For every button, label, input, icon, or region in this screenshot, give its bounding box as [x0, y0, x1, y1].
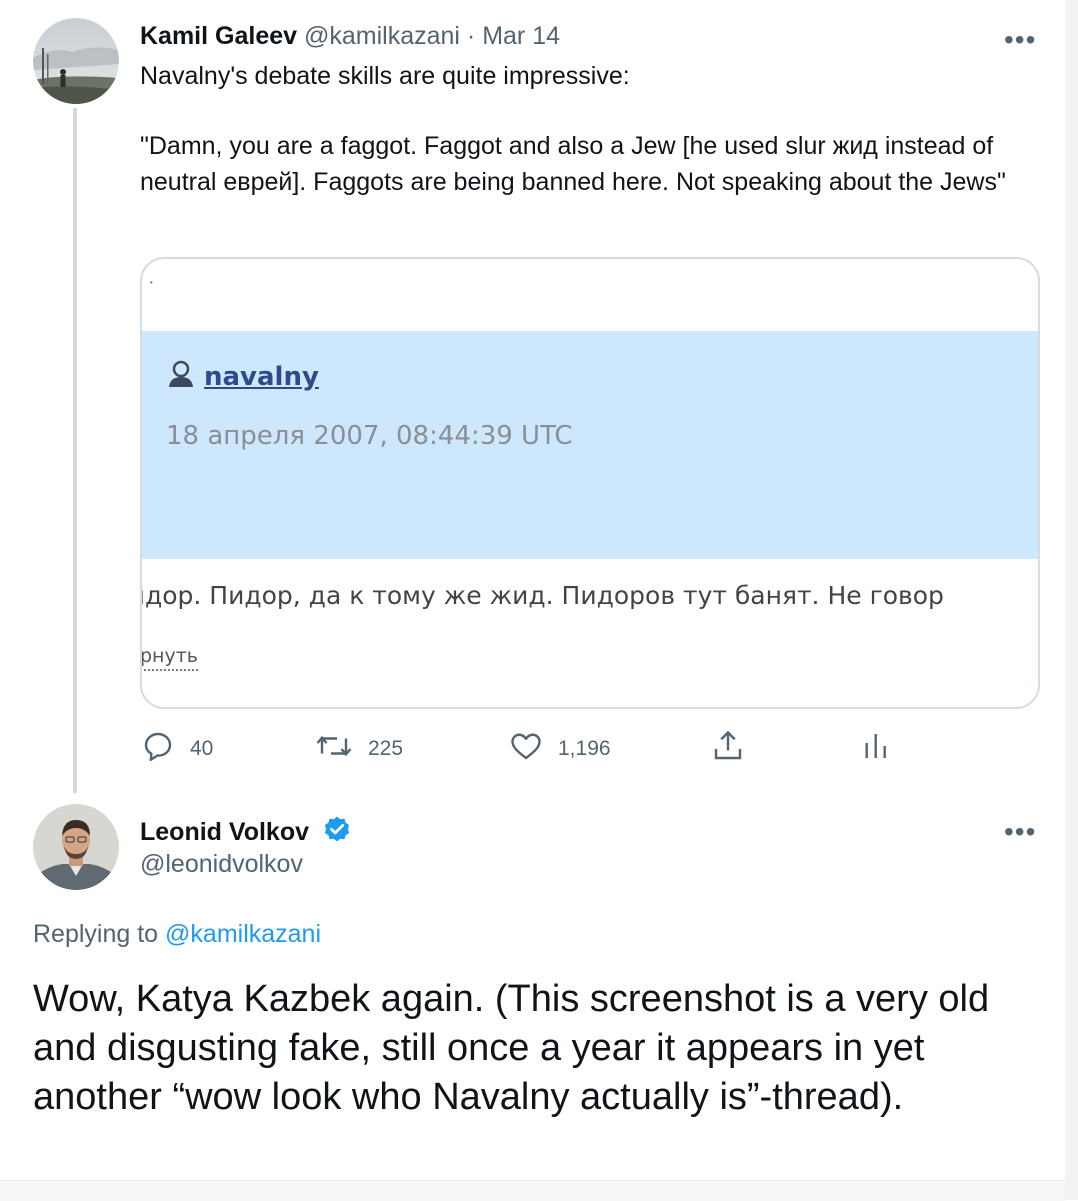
- replying-to-handle[interactable]: @kamilkazani: [165, 920, 321, 948]
- analytics-icon: [858, 728, 894, 770]
- media-user: navalny: [166, 359, 319, 394]
- media-link: рнуть: [142, 645, 198, 671]
- tweet-date[interactable]: Mar 14: [482, 22, 560, 50]
- share-icon: [710, 728, 746, 770]
- replying-to-prefix: Replying to: [33, 920, 159, 948]
- retweet-button[interactable]: 225: [314, 728, 403, 770]
- tweet-header: Kamil Galeev @kamilkazani · Mar 14: [140, 22, 560, 51]
- tweet-thread: Kamil Galeev @kamilkazani · Mar 14 ••• N…: [0, 0, 1065, 1200]
- reply-button[interactable]: 40: [140, 728, 213, 770]
- media-date: 18 апреля 2007, 08:44:39 UTC: [166, 421, 573, 451]
- verified-badge-icon: [322, 814, 352, 851]
- like-count: 1,196: [558, 737, 611, 760]
- page-edge-bottom: [0, 1180, 1065, 1201]
- avatar-kamil-galeev[interactable]: [33, 18, 119, 104]
- replying-to: Replying to @kamilkazani: [33, 920, 321, 949]
- reply-author-handle[interactable]: @leonidvolkov: [140, 850, 303, 879]
- media-dot: ·: [148, 271, 155, 293]
- page-edge-right: [1065, 0, 1078, 1200]
- tweet-text-intro: Navalny's debate skills are quite impres…: [140, 62, 630, 90]
- author-name[interactable]: Kamil Galeev: [140, 22, 297, 50]
- media-text: ıдор. Пидор, да к тому же жид. Пидоров т…: [140, 581, 944, 610]
- heart-icon: [508, 728, 544, 770]
- avatar-leonid-volkov[interactable]: [33, 804, 119, 890]
- retweet-icon: [314, 728, 354, 770]
- reply-more-options-icon[interactable]: •••: [1004, 818, 1036, 846]
- reply-count: 40: [190, 737, 214, 760]
- analytics-button[interactable]: [858, 728, 894, 770]
- reply-text: Wow, Katya Kazbek again. (This screensho…: [33, 978, 990, 1118]
- tweet-media-image[interactable]: · navalny 18 апреля 2007, 08:44:39 UTC ı…: [140, 257, 1040, 709]
- reply-header-name: Leonid Volkov: [140, 814, 352, 851]
- reply-icon: [140, 728, 176, 770]
- media-username: navalny: [204, 361, 319, 392]
- tweet-text-quote: "Damn, you are a faggot. Faggot and also…: [140, 132, 1006, 196]
- reply-author-name[interactable]: Leonid Volkov: [140, 818, 309, 846]
- retweet-count: 225: [368, 737, 404, 760]
- author-handle[interactable]: @kamilkazani: [304, 22, 460, 50]
- thread-connector-line: [73, 108, 77, 793]
- share-button[interactable]: [710, 728, 746, 770]
- like-button[interactable]: 1,196: [508, 728, 611, 770]
- user-icon: [166, 359, 200, 394]
- header-separator: ·: [466, 22, 476, 50]
- more-options-icon[interactable]: •••: [1004, 26, 1036, 54]
